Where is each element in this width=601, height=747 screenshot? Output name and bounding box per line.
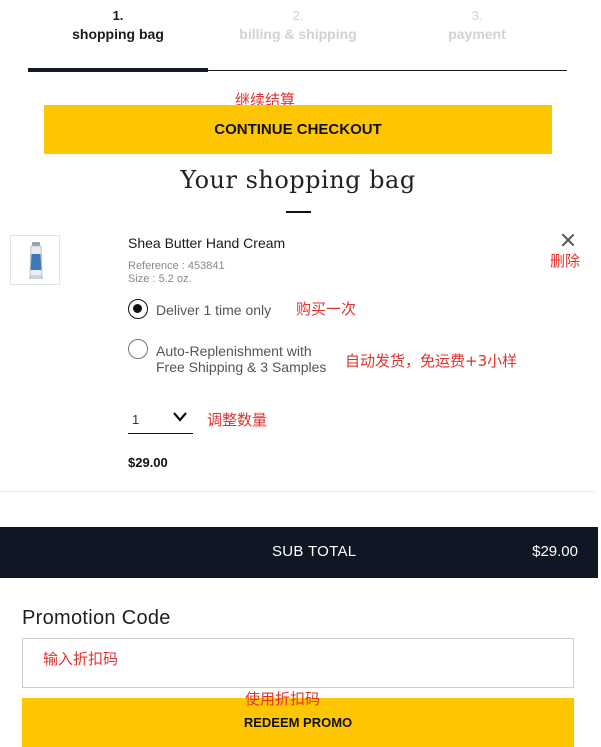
product-price: $29.00 — [128, 455, 168, 470]
product-name[interactable]: Shea Butter Hand Cream — [128, 235, 285, 251]
chevron-down-icon — [173, 412, 187, 422]
active-step-indicator — [28, 68, 208, 72]
step-label: shopping bag — [72, 26, 164, 42]
step-number: 2. — [292, 8, 304, 23]
step-label: billing & shipping — [239, 26, 357, 42]
annotation-auto-replenish: 自动发货，免运费+3小样 — [345, 352, 518, 370]
quantity-select[interactable]: 1 — [128, 406, 193, 434]
subtotal-bar: SUB TOTAL $29.00 — [0, 527, 598, 578]
product-reference: Reference : 453841 — [128, 260, 225, 272]
annotation-adjust-qty: 调整数量 — [207, 411, 268, 429]
checkout-steps: 1. shopping bag 2. billing & shipping 3.… — [28, 0, 567, 72]
deliver-once-radio[interactable] — [128, 299, 148, 319]
quantity-value: 1 — [132, 412, 140, 427]
page-title: Your shopping bag — [180, 166, 416, 194]
annotation-remove: 删除 — [550, 252, 581, 270]
step-number: 3. — [471, 8, 483, 23]
step-payment[interactable]: 3. payment — [387, 8, 567, 44]
auto-replenish-label[interactable]: Auto-Replenishment with — [156, 343, 312, 359]
step-billing-shipping[interactable]: 2. billing & shipping — [208, 8, 388, 44]
close-icon[interactable] — [560, 232, 576, 248]
step-shopping-bag[interactable]: 1. shopping bag — [28, 8, 208, 44]
step-label: payment — [448, 26, 506, 42]
subtotal-value: $29.00 — [532, 543, 578, 560]
annotation-deliver-once: 购买一次 — [296, 300, 357, 318]
continue-checkout-button[interactable]: CONTINUE CHECKOUT — [44, 105, 552, 154]
auto-replenish-label-line2[interactable]: Free Shipping & 3 Samples — [156, 359, 326, 375]
deliver-once-label[interactable]: Deliver 1 time only — [156, 302, 271, 318]
auto-replenish-radio[interactable] — [128, 339, 148, 359]
step-number: 1. — [112, 8, 124, 23]
annotation-use-promo: 使用折扣码 — [245, 690, 321, 708]
title-underline — [286, 211, 311, 213]
product-thumbnail[interactable] — [10, 235, 60, 285]
promo-title: Promotion Code — [22, 607, 171, 629]
divider — [0, 491, 596, 492]
subtotal-label: SUB TOTAL — [272, 543, 357, 560]
hand-cream-tube-icon — [29, 242, 43, 279]
product-size: Size : 5.2 oz. — [128, 273, 192, 285]
annotation-promo-input: 输入折扣码 — [43, 650, 119, 668]
